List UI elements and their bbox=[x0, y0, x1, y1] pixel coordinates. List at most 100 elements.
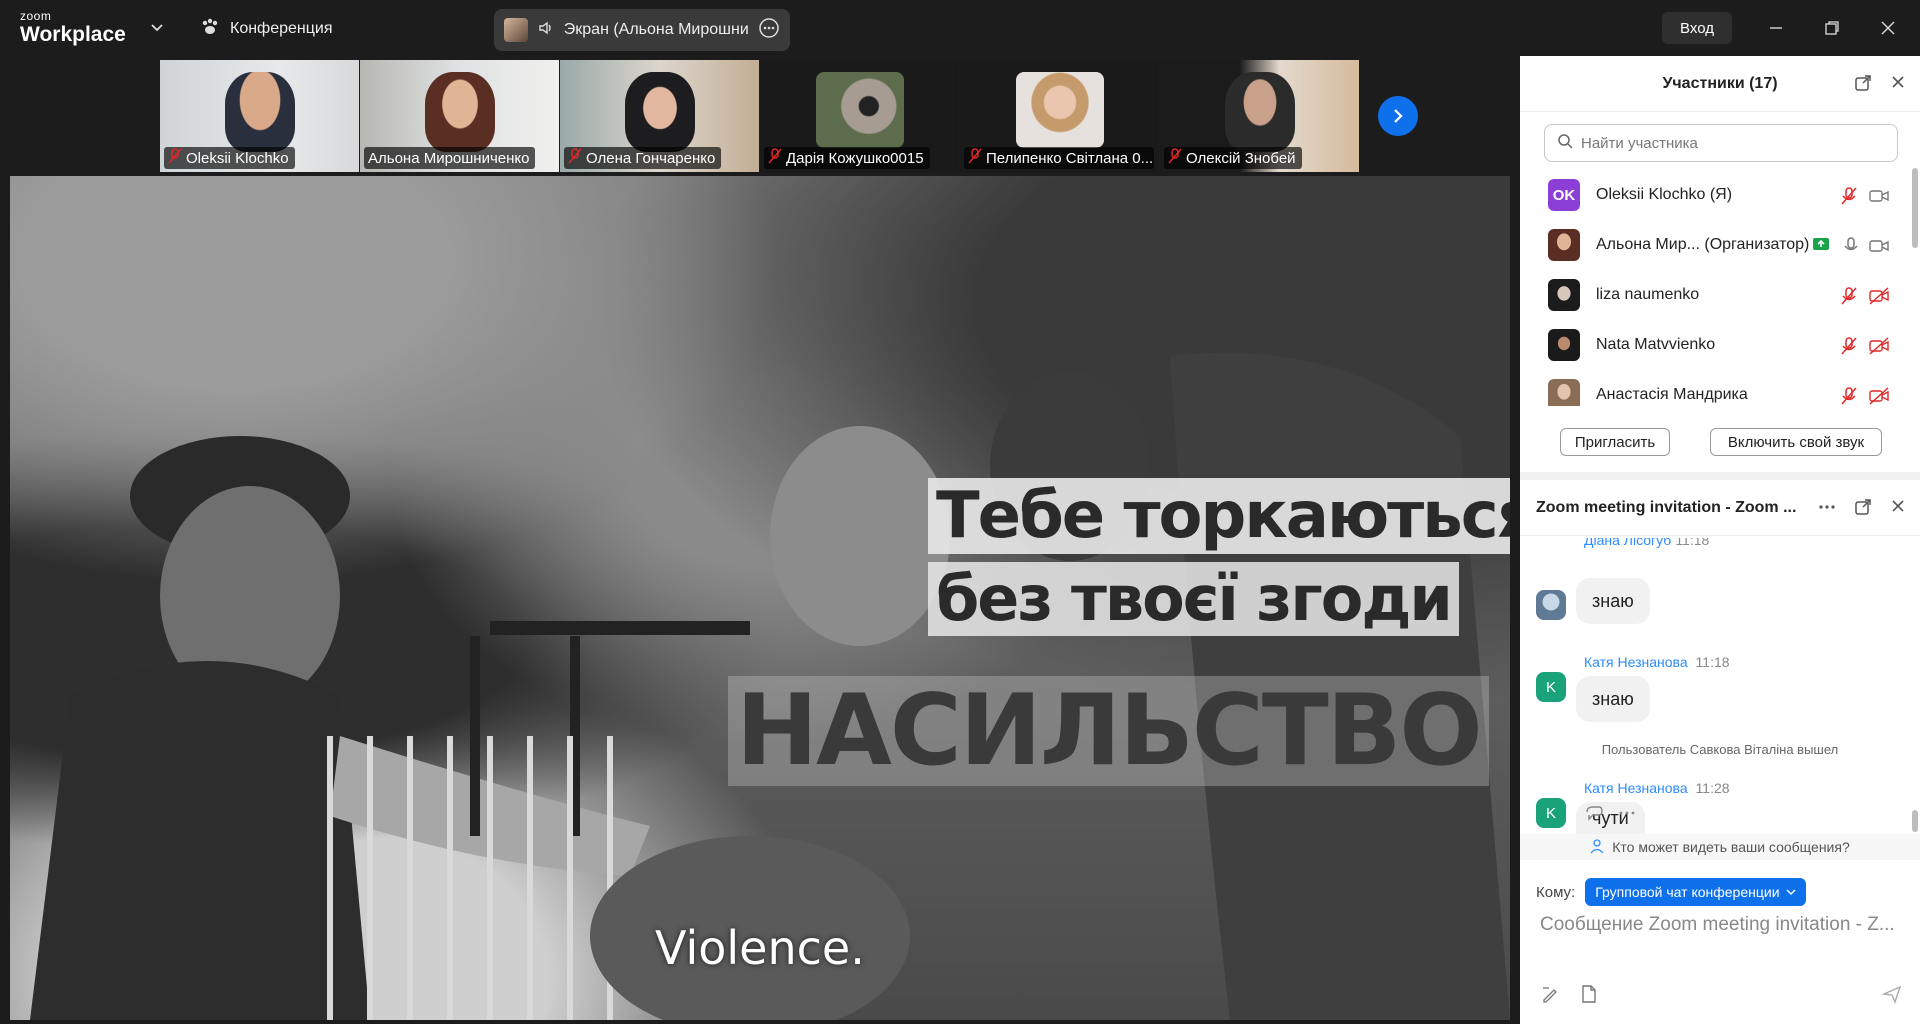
visibility-info[interactable]: Кто может видеть ваши сообщения? bbox=[1520, 834, 1920, 860]
video-tile-active-speaker[interactable]: Дарія Кожушко0015 bbox=[760, 60, 959, 172]
more-icon[interactable] bbox=[1818, 498, 1836, 521]
avatar bbox=[1548, 279, 1580, 311]
video-subtitle: Violence. bbox=[655, 921, 865, 975]
message-input[interactable]: Сообщение Zoom meeting invitation - Z... bbox=[1540, 914, 1900, 950]
participant-video-strip: Oleksii Klochko Альона Мирошниченко Олен… bbox=[160, 60, 1360, 172]
logo-line2: Workplace bbox=[20, 23, 126, 46]
format-icon[interactable] bbox=[1540, 984, 1562, 1006]
tile-name: Oleksii Klochko bbox=[164, 147, 295, 169]
recipient-dropdown[interactable]: Групповой чат конференции bbox=[1585, 878, 1806, 906]
avatar bbox=[1548, 329, 1580, 361]
unmute-button[interactable]: Включить свой звук bbox=[1710, 428, 1882, 456]
tile-name: Олексій Знобей bbox=[1164, 147, 1302, 169]
video-tile[interactable]: Oleksii Klochko bbox=[160, 60, 359, 172]
zoom-logo[interactable]: zoom Workplace bbox=[20, 10, 126, 45]
shared-screen[interactable]: Тебе торкаються без твоєї згоди НАСИЛЬСТ… bbox=[10, 176, 1510, 1020]
mic-muted-icon bbox=[168, 148, 182, 168]
participant-row[interactable]: liza naumenko bbox=[1520, 270, 1910, 320]
chat-bubble[interactable]: знаю bbox=[1576, 676, 1650, 722]
mic-icon[interactable] bbox=[1842, 236, 1862, 256]
message-sender: Діана Лісогуб 11:18 bbox=[1584, 538, 1709, 548]
invite-button[interactable]: Пригласить bbox=[1560, 428, 1670, 456]
video-off-icon[interactable] bbox=[1868, 286, 1889, 306]
pop-out-icon[interactable] bbox=[1854, 74, 1872, 97]
close-icon[interactable] bbox=[1890, 498, 1906, 521]
reply-icon[interactable] bbox=[1584, 804, 1604, 827]
chevron-right-icon bbox=[1394, 109, 1403, 123]
video-icon[interactable] bbox=[1868, 186, 1889, 206]
participant-avatar bbox=[815, 72, 904, 148]
pop-out-icon[interactable] bbox=[1854, 498, 1872, 521]
mic-muted-icon bbox=[968, 148, 982, 168]
participant-face bbox=[224, 72, 295, 152]
person-icon bbox=[1590, 838, 1606, 857]
video-tile[interactable]: Альона Мирошниченко bbox=[360, 60, 559, 172]
participant-face bbox=[1224, 72, 1295, 152]
tile-name: Пелипенко Світлана 0... bbox=[964, 147, 1154, 169]
tile-name-text: Пелипенко Світлана 0... bbox=[986, 149, 1154, 167]
tile-name: Альона Мирошниченко bbox=[364, 147, 536, 169]
mic-muted-icon bbox=[1168, 148, 1182, 168]
video-off-icon[interactable] bbox=[1868, 336, 1889, 356]
conference-menu-button[interactable]: Конференция bbox=[200, 14, 333, 44]
participant-name: Альона Мир... (Организатор) bbox=[1596, 236, 1810, 253]
video-tile[interactable]: Олена Гончаренко bbox=[560, 60, 759, 172]
conference-label: Конференция bbox=[230, 20, 333, 37]
mic-muted-icon[interactable] bbox=[1840, 386, 1860, 406]
close-icon[interactable] bbox=[1874, 14, 1902, 42]
chevron-down-icon[interactable] bbox=[150, 20, 170, 38]
participant-search-input[interactable]: Найти участника bbox=[1544, 124, 1898, 162]
file-icon[interactable] bbox=[1580, 984, 1602, 1006]
logo-line1: zoom bbox=[20, 9, 52, 23]
mic-muted-icon[interactable] bbox=[1840, 336, 1860, 356]
participant-face bbox=[424, 72, 495, 152]
participant-name: Oleksii Klochko (Я) bbox=[1596, 186, 1733, 203]
video-tile[interactable]: Олексій Знобей bbox=[1160, 60, 1359, 172]
tile-name-text: Олена Гончаренко bbox=[586, 149, 716, 167]
mic-muted-icon[interactable] bbox=[1840, 186, 1860, 206]
screen-share-indicator[interactable]: Экран (Альона Мирошнич bbox=[494, 9, 790, 51]
participants-title: Участники (17) bbox=[1662, 74, 1778, 92]
sender-name: Катя Незнанова bbox=[1584, 654, 1688, 670]
next-page-button[interactable] bbox=[1378, 96, 1418, 136]
message-time: 11:18 bbox=[1695, 654, 1730, 670]
participant-row[interactable]: Анастасія Мандрика bbox=[1520, 370, 1910, 406]
more-icon[interactable] bbox=[1618, 804, 1636, 827]
more-icon[interactable] bbox=[758, 17, 780, 44]
avatar bbox=[1548, 229, 1580, 261]
chevron-down-icon bbox=[1786, 884, 1796, 900]
send-icon[interactable] bbox=[1881, 984, 1904, 1006]
participant-name: Nata Matvvienko bbox=[1596, 336, 1716, 353]
chat-bubble[interactable]: знаю bbox=[1576, 578, 1650, 624]
login-button[interactable]: Вход bbox=[1662, 12, 1732, 44]
chat-scrollbar[interactable] bbox=[1912, 810, 1918, 832]
chat-header: Zoom meeting invitation - Zoom ... bbox=[1520, 480, 1920, 536]
message-time: 11:28 bbox=[1695, 780, 1730, 796]
tile-name-text: Альона Мирошниченко bbox=[368, 149, 530, 167]
close-icon[interactable] bbox=[1890, 74, 1906, 97]
minimize-icon[interactable] bbox=[1762, 14, 1790, 42]
participant-row[interactable]: Альона Мир... (Организатор) bbox=[1520, 220, 1910, 270]
search-icon bbox=[1557, 133, 1573, 153]
mic-muted-icon[interactable] bbox=[1840, 286, 1860, 306]
mic-muted-icon bbox=[768, 148, 782, 168]
share-label: Экран (Альона Мирошнич bbox=[563, 21, 748, 38]
title-bar: zoom Workplace Конференция Экран (Альона… bbox=[0, 0, 1920, 56]
avatar: OK bbox=[1548, 179, 1580, 211]
tile-name: Олена Гончаренко bbox=[564, 147, 722, 169]
avatar: K bbox=[1536, 672, 1566, 702]
share-screen-icon bbox=[1812, 236, 1832, 256]
message-sender: Катя Незнанова 11:18 bbox=[1584, 654, 1730, 670]
participants-header: Участники (17) bbox=[1520, 56, 1920, 112]
sender-name: Катя Незнанова bbox=[1584, 780, 1688, 796]
participant-row[interactable]: Nata Matvvienko bbox=[1520, 320, 1910, 370]
restore-icon[interactable] bbox=[1818, 14, 1846, 42]
caption-line3: НАСИЛЬСТВО bbox=[728, 676, 1489, 786]
video-tile[interactable]: Пелипенко Світлана 0... bbox=[960, 60, 1159, 172]
system-message: Пользователь Савкова Віталіна вышел bbox=[1601, 742, 1839, 757]
video-off-icon[interactable] bbox=[1868, 386, 1889, 406]
video-icon[interactable] bbox=[1868, 236, 1889, 256]
participants-scrollbar[interactable] bbox=[1912, 168, 1918, 248]
participant-row[interactable]: OK Oleksii Klochko (Я) bbox=[1520, 170, 1910, 220]
to-label: Кому: bbox=[1536, 883, 1576, 901]
